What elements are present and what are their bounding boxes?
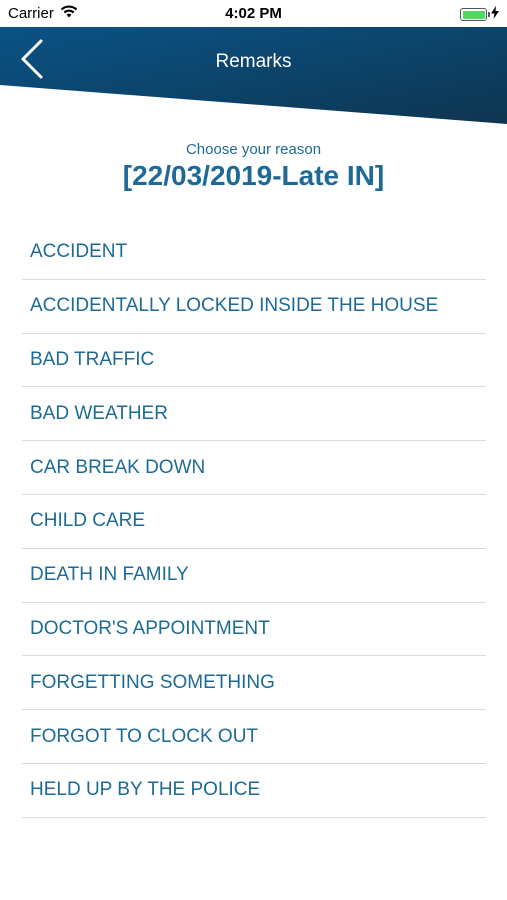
reason-label: FORGOT TO CLOCK OUT	[30, 725, 259, 747]
reason-item-accident[interactable]: ACCIDENT	[22, 226, 486, 280]
reason-label: CAR BREAK DOWN	[30, 456, 206, 478]
reason-label: CHILD CARE	[30, 510, 146, 532]
reason-label: BAD WEATHER	[30, 402, 168, 424]
reason-label: ACCIDENT	[30, 241, 128, 263]
status-right	[460, 6, 499, 23]
reason-label: DEATH IN FAMILY	[30, 564, 189, 586]
date-status-title: [22/03/2019-Late IN]	[122, 160, 385, 191]
reason-list: ACCIDENT ACCIDENTALLY LOCKED INSIDE THE …	[22, 226, 486, 818]
reason-item-bad-weather[interactable]: BAD WEATHER	[22, 387, 486, 442]
choose-reason-prompt: Choose your reason	[185, 141, 322, 158]
reason-item-child-care[interactable]: CHILD CARE	[22, 495, 486, 549]
reason-label: DOCTOR'S APPOINTMENT	[30, 617, 270, 639]
reason-item-forgetting-something[interactable]: FORGETTING SOMETHING	[22, 656, 486, 711]
header-background	[0, 27, 507, 124]
status-bar: Carrier 4:02 PM	[0, 0, 507, 27]
reason-item-doctors-appointment[interactable]: DOCTOR'S APPOINTMENT	[22, 603, 486, 657]
charging-bolt-icon	[491, 6, 499, 23]
reason-label: FORGETTING SOMETHING	[30, 671, 275, 693]
reason-item-held-up-police[interactable]: HELD UP BY THE POLICE	[22, 764, 486, 818]
status-time: 4:02 PM	[225, 5, 282, 22]
header-bar: Remarks	[0, 27, 507, 125]
battery-icon	[460, 8, 490, 21]
reason-item-car-break-down[interactable]: CAR BREAK DOWN	[22, 441, 486, 495]
reason-item-death-in-family[interactable]: DEATH IN FAMILY	[22, 549, 486, 603]
reason-label: ACCIDENTALLY LOCKED INSIDE THE HOUSE	[30, 295, 439, 317]
reason-label: BAD TRAFFIC	[30, 348, 155, 370]
reason-item-forgot-clock-out[interactable]: FORGOT TO CLOCK OUT	[22, 710, 486, 764]
page-title: Remarks	[215, 51, 292, 72]
reason-item-locked-inside[interactable]: ACCIDENTALLY LOCKED INSIDE THE HOUSE	[22, 280, 486, 334]
reason-label: HELD UP BY THE POLICE	[30, 779, 261, 801]
reason-item-bad-traffic[interactable]: BAD TRAFFIC	[22, 334, 486, 388]
